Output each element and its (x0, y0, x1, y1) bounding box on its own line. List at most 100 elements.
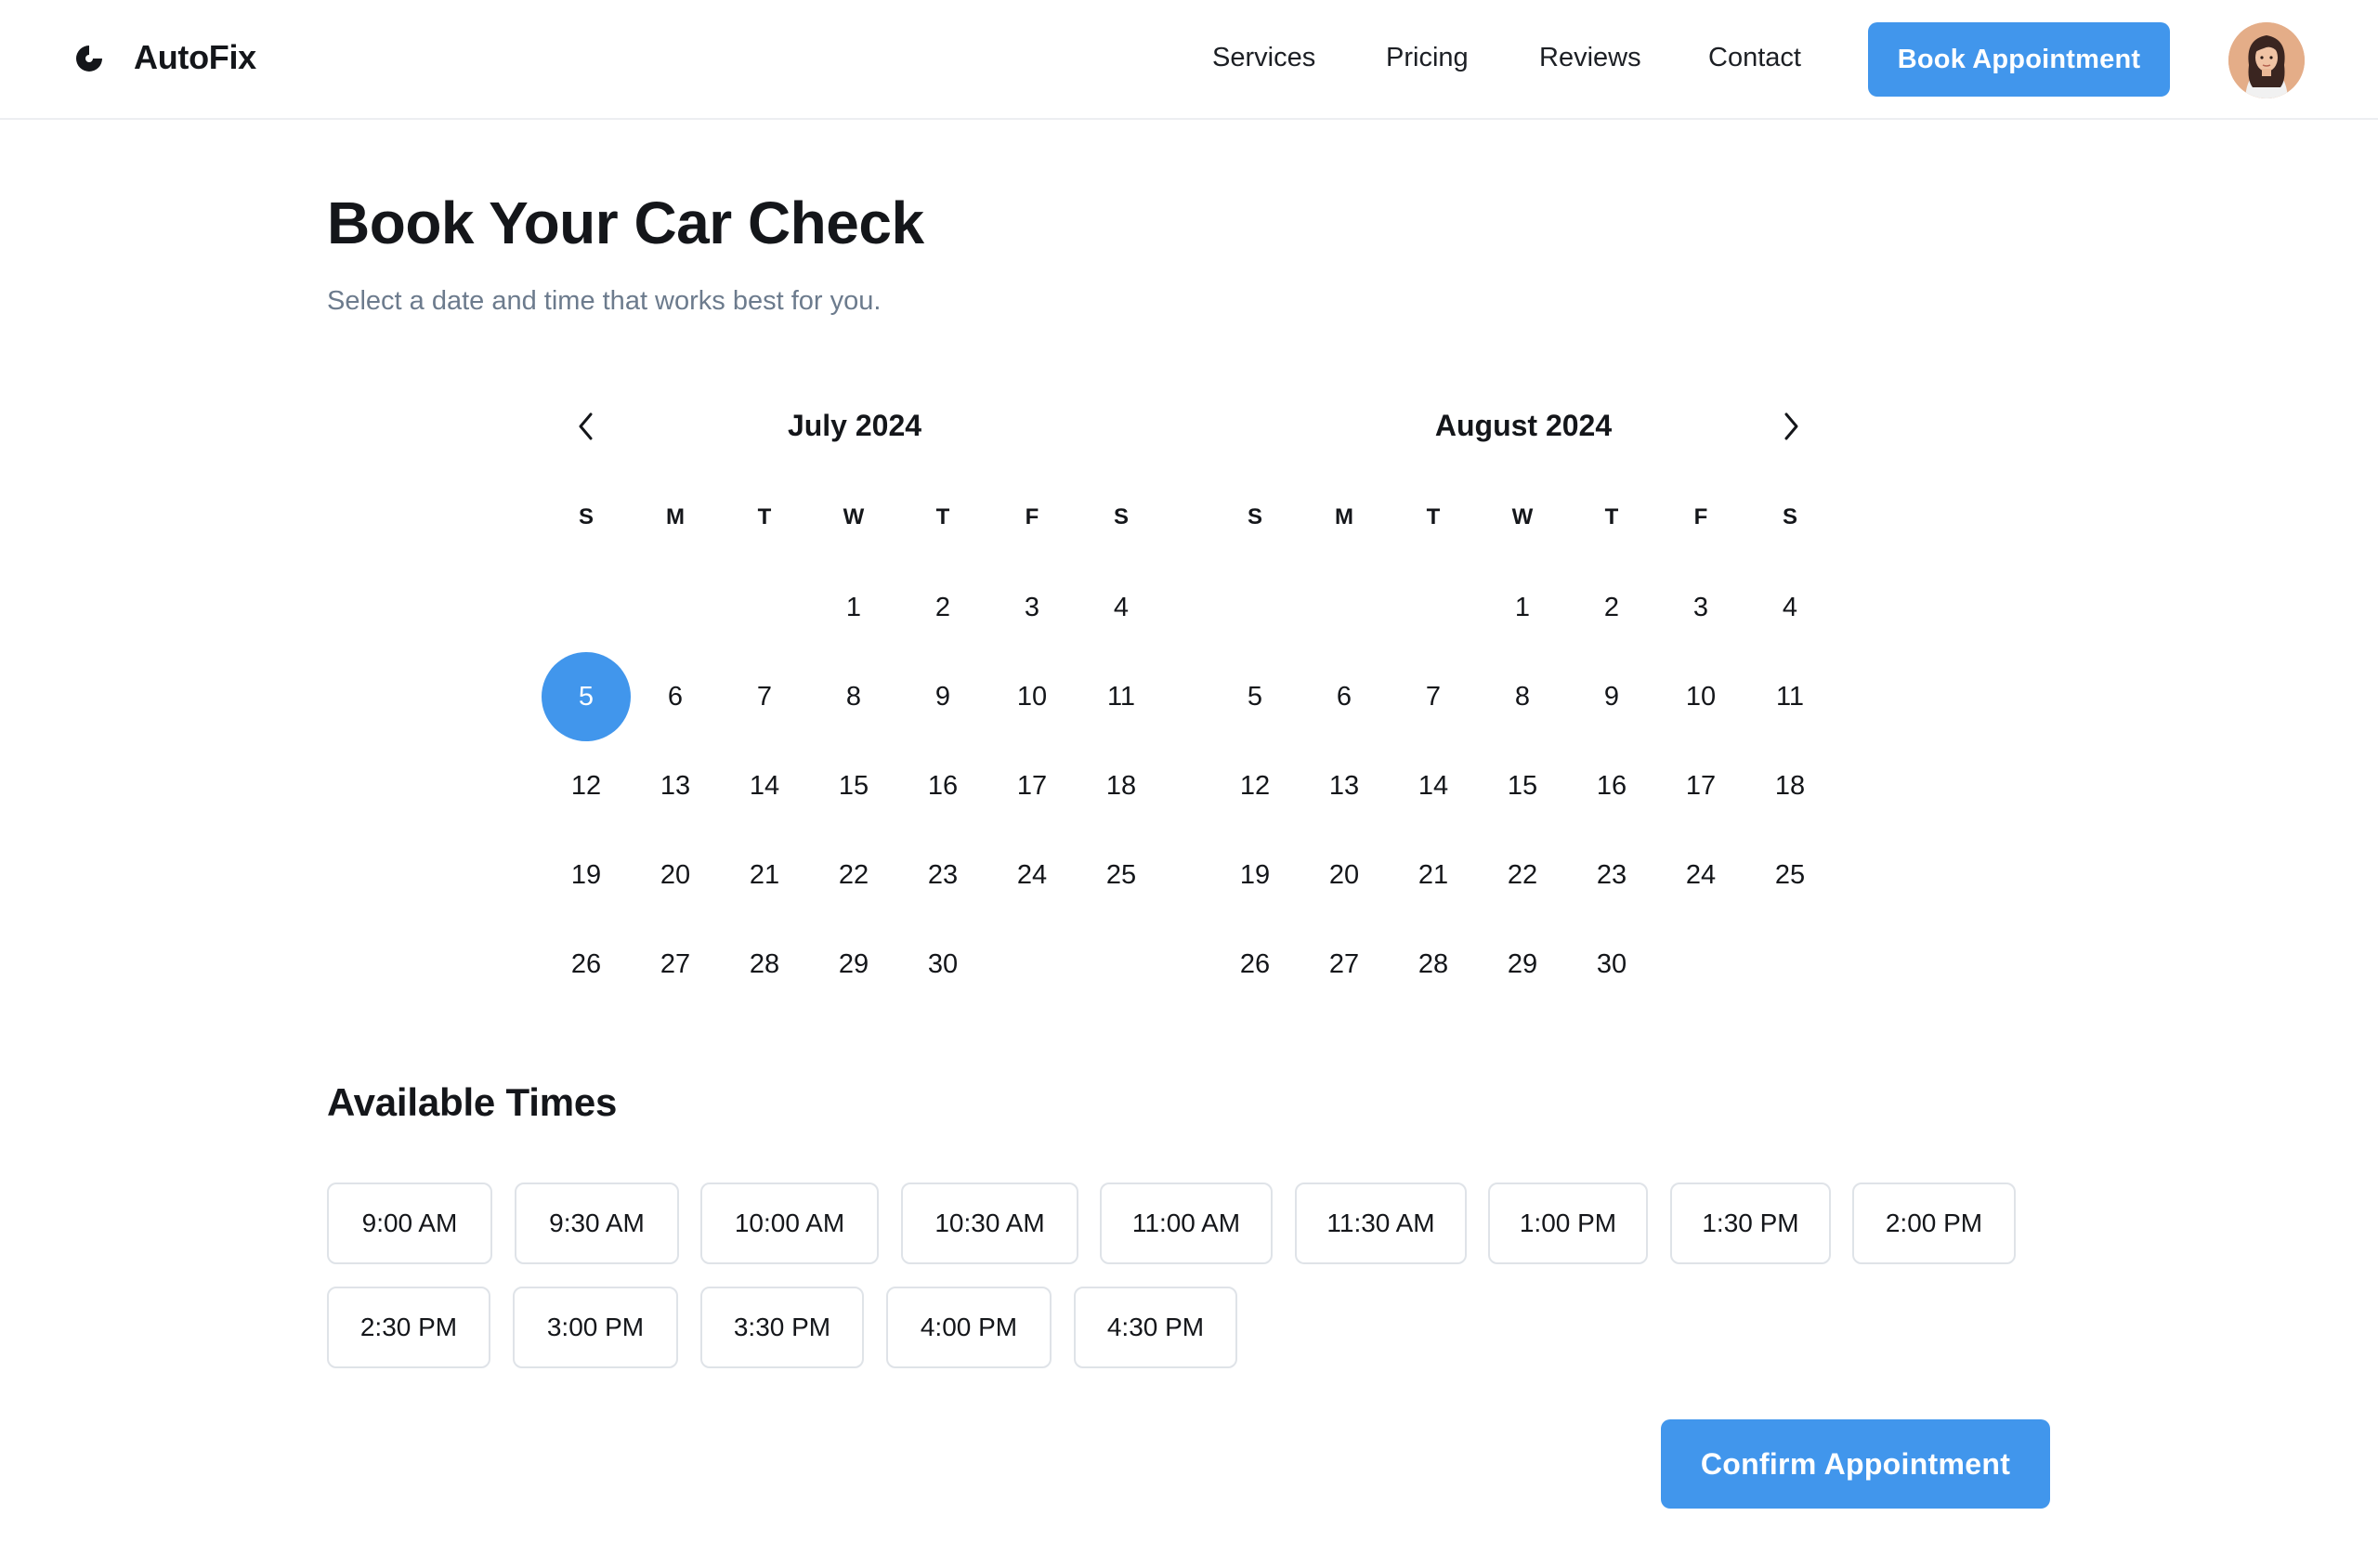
calendar-day[interactable]: 1 (1478, 563, 1567, 652)
calendar-day[interactable]: 18 (1745, 741, 1835, 830)
calendar-day[interactable]: 17 (987, 741, 1077, 830)
confirm-appointment-button[interactable]: Confirm Appointment (1661, 1419, 2050, 1509)
time-slot-button[interactable]: 9:00 AM (327, 1183, 492, 1264)
calendar-day[interactable]: 24 (1656, 830, 1745, 920)
calendar-day[interactable]: 23 (898, 830, 987, 920)
calendar-day[interactable]: 22 (809, 830, 898, 920)
calendar-day[interactable]: 26 (542, 920, 631, 1009)
time-slot-button[interactable]: 1:00 PM (1488, 1183, 1648, 1264)
time-slot-button[interactable]: 11:30 AM (1295, 1183, 1467, 1264)
nav-link-contact[interactable]: Contact (1708, 41, 1801, 74)
time-slot-button[interactable]: 2:30 PM (327, 1287, 490, 1368)
calendar-day[interactable]: 19 (1210, 830, 1300, 920)
weekday-label: T (935, 504, 950, 529)
time-slot-button[interactable]: 3:30 PM (700, 1287, 864, 1368)
calendar-day[interactable]: 25 (1745, 830, 1835, 920)
weekday-label: S (1113, 504, 1129, 529)
time-slot-button[interactable]: 2:00 PM (1852, 1183, 2016, 1264)
weekday-label: T (757, 504, 772, 529)
calendar-day[interactable]: 3 (1656, 563, 1745, 652)
calendar-day[interactable]: 26 (1210, 920, 1300, 1009)
calendar-day[interactable]: 6 (1300, 652, 1389, 741)
brand-name[interactable]: AutoFix (134, 36, 256, 79)
calendar-day[interactable]: 10 (1656, 652, 1745, 741)
time-slot-button[interactable]: 4:30 PM (1074, 1287, 1237, 1368)
user-avatar[interactable] (2228, 22, 2305, 98)
calendar-day[interactable]: 7 (1389, 652, 1478, 741)
calendar-day[interactable]: 16 (898, 741, 987, 830)
calendar-day[interactable]: 30 (1567, 920, 1656, 1009)
calendar-day[interactable]: 8 (809, 652, 898, 741)
calendar-day[interactable]: 28 (720, 920, 809, 1009)
calendar-day[interactable]: 29 (1478, 920, 1567, 1009)
calendar-day[interactable]: 4 (1745, 563, 1835, 652)
month-title-july: July 2024 (787, 409, 922, 442)
calendar-day[interactable]: 24 (987, 830, 1077, 920)
book-appointment-button[interactable]: Book Appointment (1868, 22, 2170, 97)
calendar-day[interactable]: 13 (631, 741, 720, 830)
calendar-day[interactable]: 1 (809, 563, 898, 652)
calendar-day[interactable]: 7 (720, 652, 809, 741)
time-slot-button[interactable]: 10:30 AM (901, 1183, 1078, 1264)
calendar-day[interactable]: 4 (1077, 563, 1166, 652)
calendar-day[interactable]: 12 (542, 741, 631, 830)
calendar-day[interactable]: 12 (1210, 741, 1300, 830)
calendar-day[interactable]: 14 (720, 741, 809, 830)
nav-link-services[interactable]: Services (1212, 41, 1315, 74)
calendar-day[interactable]: 27 (631, 920, 720, 1009)
calendar-day[interactable]: 6 (631, 652, 720, 741)
chevron-left-icon (579, 412, 593, 440)
time-slot-button[interactable]: 11:00 AM (1100, 1183, 1273, 1264)
calendar-day[interactable]: 11 (1745, 652, 1835, 741)
page-title: Book Your Car Check (327, 189, 924, 256)
next-month-button[interactable] (1770, 406, 1811, 447)
calendar-day[interactable]: 14 (1389, 741, 1478, 830)
calendar-day[interactable]: 29 (809, 920, 898, 1009)
calendar-day[interactable]: 21 (720, 830, 809, 920)
time-slot-button[interactable]: 10:00 AM (700, 1183, 879, 1264)
calendar-day[interactable]: 20 (1300, 830, 1389, 920)
weekday-label: W (843, 504, 865, 529)
weekday-label: S (1782, 504, 1797, 529)
calendar-day[interactable]: 9 (898, 652, 987, 741)
page-subtitle: Select a date and time that works best f… (327, 286, 882, 316)
calendar-day[interactable]: 15 (1478, 741, 1567, 830)
calendar-day[interactable]: 18 (1077, 741, 1166, 830)
available-times-heading: Available Times (327, 1080, 618, 1124)
previous-month-button[interactable] (566, 406, 607, 447)
nav-link-pricing[interactable]: Pricing (1386, 41, 1469, 74)
calendar-day[interactable]: 15 (809, 741, 898, 830)
calendar-day[interactable]: 9 (1567, 652, 1656, 741)
calendar-day-selected[interactable]: 5 (542, 652, 631, 741)
calendar-day[interactable]: 16 (1567, 741, 1656, 830)
calendar-day[interactable]: 23 (1567, 830, 1656, 920)
month-title-august: August 2024 (1434, 409, 1613, 442)
calendar-day[interactable]: 10 (987, 652, 1077, 741)
weekday-label: T (1426, 504, 1441, 529)
weekday-label: W (1511, 504, 1534, 529)
calendar-day[interactable]: 5 (1210, 652, 1300, 741)
calendar-day[interactable]: 22 (1478, 830, 1567, 920)
booking-page: AutoFix Services Pricing Reviews Contact… (0, 0, 2378, 1568)
calendar-day[interactable]: 8 (1478, 652, 1567, 741)
calendar-day[interactable]: 13 (1300, 741, 1389, 830)
time-slot-button[interactable]: 3:00 PM (513, 1287, 678, 1368)
calendar-day[interactable]: 2 (1567, 563, 1656, 652)
calendar-day[interactable]: 21 (1389, 830, 1478, 920)
calendar-day[interactable]: 30 (898, 920, 987, 1009)
chevron-right-icon (1784, 412, 1798, 440)
calendar-day[interactable]: 2 (898, 563, 987, 652)
calendar-day[interactable]: 19 (542, 830, 631, 920)
calendar-day[interactable]: 17 (1656, 741, 1745, 830)
calendar-day[interactable]: 11 (1077, 652, 1166, 741)
calendar-day[interactable]: 28 (1389, 920, 1478, 1009)
time-slot-button[interactable]: 1:30 PM (1670, 1183, 1831, 1264)
calendar-day[interactable]: 27 (1300, 920, 1389, 1009)
nav-link-reviews[interactable]: Reviews (1539, 41, 1641, 74)
calendar-day[interactable]: 25 (1077, 830, 1166, 920)
calendar-day[interactable]: 20 (631, 830, 720, 920)
time-slot-button[interactable]: 9:30 AM (515, 1183, 679, 1264)
weekday-label: T (1604, 504, 1619, 529)
time-slot-button[interactable]: 4:00 PM (886, 1287, 1052, 1368)
calendar-day[interactable]: 3 (987, 563, 1077, 652)
